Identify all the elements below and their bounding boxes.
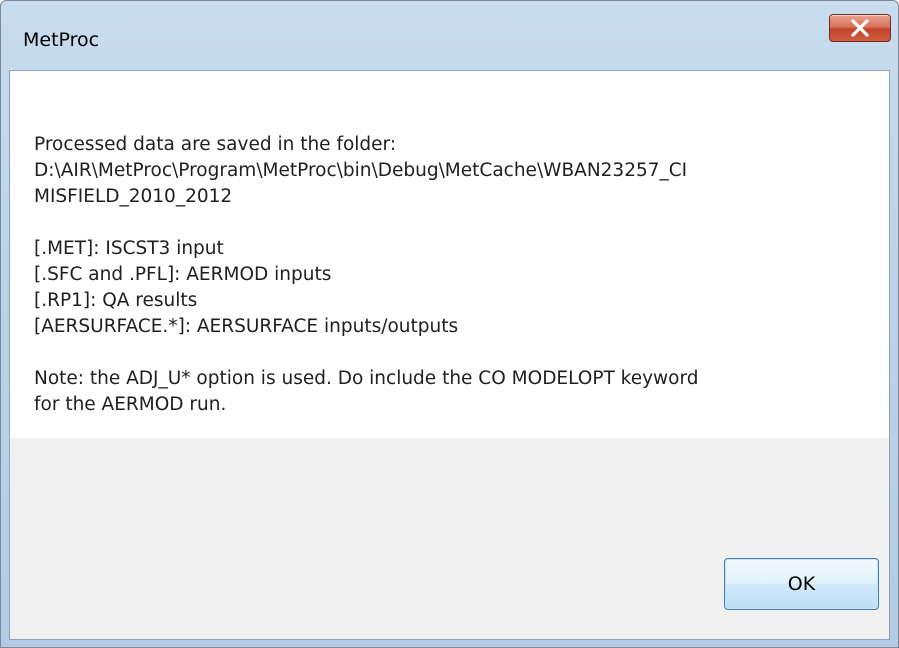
message-line: Processed data are saved in the folder:	[34, 134, 397, 155]
folder-path-line: MISFIELD_2010_2012	[34, 186, 233, 207]
folder-path-line: D:\AIR\MetProc\Program\MetProc\bin\Debug…	[34, 160, 688, 181]
message-dialog: MetProc Processed data are saved in the …	[0, 0, 899, 648]
file-type-line: [.MET]: ISCST3 input	[34, 238, 224, 259]
ok-button[interactable]: OK	[724, 558, 879, 610]
title-bar[interactable]: MetProc	[1, 1, 898, 69]
message-text: Processed data are saved in the folder: …	[34, 132, 834, 418]
button-bar: OK	[10, 438, 889, 639]
window-title: MetProc	[23, 29, 100, 51]
file-type-line: [.SFC and .PFL]: AERMOD inputs	[34, 264, 332, 285]
close-icon	[851, 19, 869, 37]
file-type-line: [.RP1]: QA results	[34, 290, 198, 311]
note-line: Note: the ADJ_U* option is used. Do incl…	[34, 368, 699, 389]
note-line: for the AERMOD run.	[34, 394, 227, 415]
file-type-line: [AERSURFACE.*]: AERSURFACE inputs/output…	[34, 316, 459, 337]
close-button[interactable]	[829, 14, 891, 42]
dialog-content: Processed data are saved in the folder: …	[9, 70, 890, 640]
